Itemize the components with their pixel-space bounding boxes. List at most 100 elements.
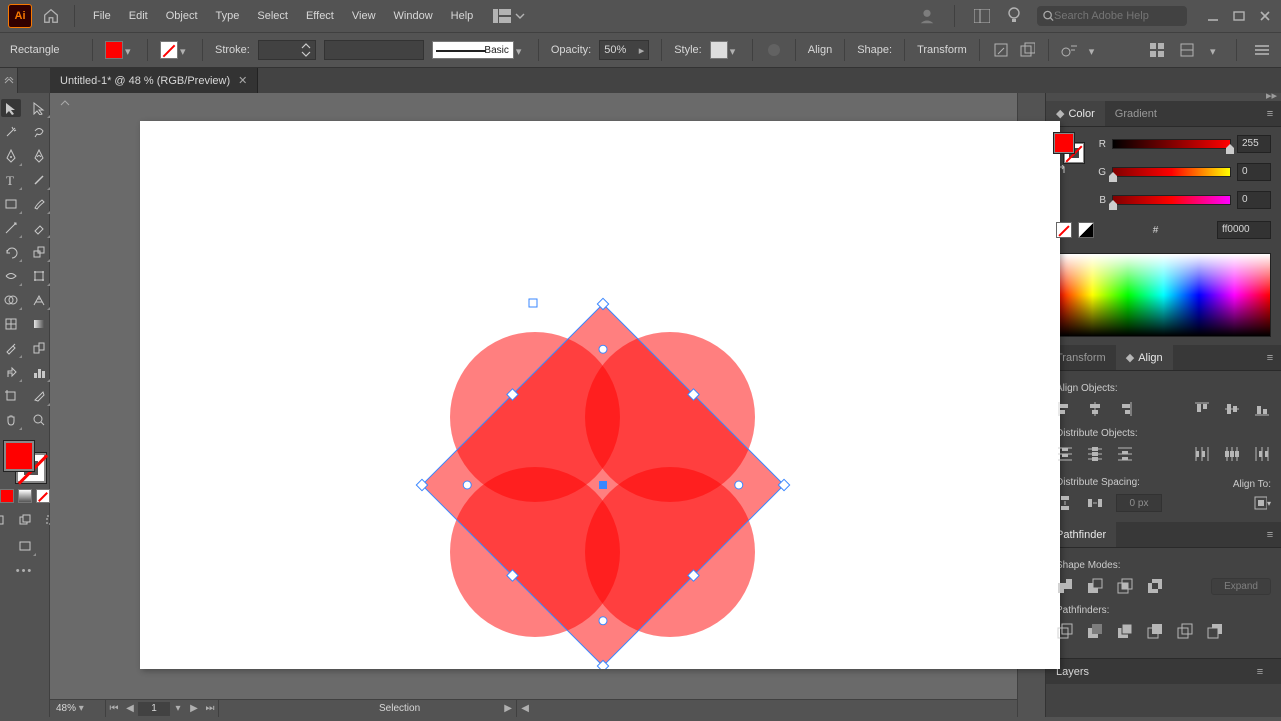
- align-top-icon[interactable]: [1193, 400, 1211, 418]
- panel-menu-icon[interactable]: ≡: [1259, 345, 1281, 370]
- close-tab-icon[interactable]: ✕: [238, 74, 247, 87]
- divide-icon[interactable]: [1056, 622, 1074, 640]
- snap-icon[interactable]: [1178, 41, 1196, 59]
- r-value[interactable]: 255: [1237, 135, 1271, 153]
- transform-link[interactable]: Transform: [917, 44, 967, 56]
- intersect-icon[interactable]: [1116, 577, 1134, 595]
- line-tool[interactable]: [29, 171, 49, 189]
- spacing-value[interactable]: 0 px: [1116, 494, 1162, 512]
- color-mode-button[interactable]: [0, 489, 14, 503]
- clip-icon[interactable]: [1018, 41, 1036, 59]
- menu-file[interactable]: File: [91, 6, 113, 26]
- ruler-origin-icon[interactable]: [60, 99, 70, 107]
- align-hcenter-icon[interactable]: [1086, 400, 1104, 418]
- paintbrush-tool[interactable]: [29, 195, 49, 213]
- b-slider[interactable]: [1112, 195, 1231, 205]
- isolate-icon[interactable]: [992, 41, 1010, 59]
- hex-field[interactable]: ff0000: [1217, 221, 1271, 239]
- screen-mode-icon[interactable]: [15, 537, 35, 555]
- b-value[interactable]: 0: [1237, 191, 1271, 209]
- panel-menu-icon[interactable]: ≡: [1249, 666, 1271, 678]
- opacity-field[interactable]: 50%▸: [599, 40, 649, 60]
- fill-stroke-indicator[interactable]: [4, 441, 46, 483]
- arrange-docs-icon[interactable]: [973, 7, 991, 25]
- align-left-icon[interactable]: [1056, 400, 1074, 418]
- scale-tool[interactable]: [29, 243, 49, 261]
- dist-bottom-icon[interactable]: [1116, 445, 1134, 463]
- expand-button[interactable]: Expand: [1211, 578, 1271, 595]
- menu-view[interactable]: View: [350, 6, 378, 26]
- exclude-icon[interactable]: [1146, 577, 1164, 595]
- stroke-weight-field[interactable]: [258, 40, 316, 60]
- shape-builder-tool[interactable]: [1, 291, 21, 309]
- menu-object[interactable]: Object: [164, 6, 200, 26]
- gradient-tool[interactable]: [29, 315, 49, 333]
- document-tab[interactable]: Untitled-1* @ 48 % (RGB/Preview) ✕: [50, 68, 258, 93]
- align-tab[interactable]: ◆Align: [1116, 345, 1173, 370]
- type-tool[interactable]: T: [1, 171, 21, 189]
- outline-icon[interactable]: [1176, 622, 1194, 640]
- eyedropper-tool[interactable]: [1, 339, 21, 357]
- layers-tab[interactable]: Layers ≡: [1046, 658, 1281, 684]
- trim-icon[interactable]: [1086, 622, 1104, 640]
- edit-toolbar-icon[interactable]: •••: [16, 565, 34, 577]
- hand-tool[interactable]: [1, 411, 21, 429]
- unite-icon[interactable]: [1056, 577, 1074, 595]
- merge-icon[interactable]: [1116, 622, 1134, 640]
- artboard-dropdown-icon[interactable]: ▾: [170, 700, 186, 718]
- eraser-tool[interactable]: [29, 219, 49, 237]
- draw-behind-icon[interactable]: [15, 511, 35, 529]
- style-swatch[interactable]: ▾: [710, 41, 740, 59]
- lightbulb-icon[interactable]: [1005, 7, 1023, 25]
- artboard-tool[interactable]: [1, 387, 21, 405]
- direct-selection-tool[interactable]: [29, 99, 49, 117]
- menu-window[interactable]: Window: [392, 6, 435, 26]
- pen-tool[interactable]: [1, 147, 21, 165]
- color-spectrum[interactable]: [1056, 253, 1271, 337]
- variable-width-profile[interactable]: [324, 40, 424, 60]
- brush-definition[interactable]: Basic▾: [432, 41, 526, 59]
- g-slider[interactable]: [1112, 167, 1231, 177]
- rectangle-tool[interactable]: [1, 195, 21, 213]
- scroll-left-icon[interactable]: ◀: [517, 700, 533, 718]
- shape-link[interactable]: Shape:: [857, 44, 892, 56]
- dist-left-icon[interactable]: [1193, 445, 1211, 463]
- user-icon[interactable]: [918, 7, 936, 25]
- blend-tool[interactable]: [29, 339, 49, 357]
- zoom-level[interactable]: 48% ▾: [50, 703, 105, 714]
- search-input[interactable]: [1054, 10, 1181, 22]
- chevron-down-icon[interactable]: [515, 11, 525, 21]
- color-fill-stroke[interactable]: [1054, 133, 1084, 163]
- symbol-sprayer-tool[interactable]: [1, 363, 21, 381]
- perspective-grid-tool[interactable]: [29, 291, 49, 309]
- draw-normal-icon[interactable]: [0, 511, 9, 529]
- slice-tool[interactable]: [29, 387, 49, 405]
- stroke-swatch-button[interactable]: ▾: [160, 41, 190, 59]
- panel-menu-icon[interactable]: ≡: [1259, 101, 1281, 126]
- minus-back-icon[interactable]: [1206, 622, 1224, 640]
- dist-right-icon[interactable]: [1253, 445, 1271, 463]
- rotate-tool[interactable]: [1, 243, 21, 261]
- menu-help[interactable]: Help: [449, 6, 476, 26]
- menu-select[interactable]: Select: [255, 6, 290, 26]
- panel-menu-icon[interactable]: [1253, 41, 1271, 59]
- shaper-tool[interactable]: [1, 219, 21, 237]
- menu-edit[interactable]: Edit: [127, 6, 150, 26]
- maximize-button[interactable]: [1231, 8, 1247, 24]
- next-artboard-icon[interactable]: ▶: [186, 700, 202, 718]
- search-help[interactable]: [1037, 6, 1187, 26]
- column-graph-tool[interactable]: [29, 363, 49, 381]
- edit-similar-icon[interactable]: [1061, 41, 1079, 59]
- first-artboard-icon[interactable]: ⏮: [106, 700, 122, 718]
- panel-menu-icon[interactable]: ≡: [1259, 522, 1281, 547]
- tools-collapser[interactable]: [0, 68, 18, 93]
- curvature-tool[interactable]: [29, 147, 49, 165]
- width-tool[interactable]: [1, 267, 21, 285]
- zoom-tool[interactable]: [29, 411, 49, 429]
- magic-wand-tool[interactable]: [1, 123, 21, 141]
- close-button[interactable]: [1257, 8, 1273, 24]
- dist-hcenter-icon[interactable]: [1223, 445, 1241, 463]
- minus-front-icon[interactable]: [1086, 577, 1104, 595]
- lasso-tool[interactable]: [29, 123, 49, 141]
- recolor-icon[interactable]: [765, 41, 783, 59]
